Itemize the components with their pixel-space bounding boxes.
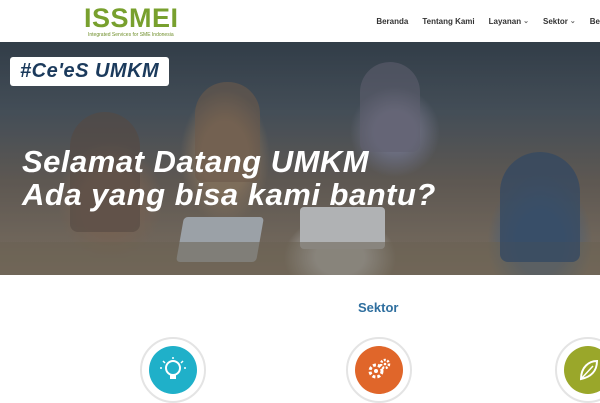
issmei-logo[interactable]: ISSMEI Integrated Services for SME Indon… (84, 3, 184, 41)
logo-wordmark: ISSMEI (84, 3, 179, 33)
leaf-icon (564, 346, 600, 394)
hero-hashtag-badge: #Ce'eS UMKM (10, 57, 170, 86)
nav-label: Sektor (542, 16, 568, 26)
hero-hashtag-text: #Ce'eS UMKM (20, 60, 160, 82)
chevron-down-icon: ⌄ (569, 18, 576, 25)
nav-item-truncated[interactable]: Be (590, 17, 600, 26)
sector-card-2[interactable] (346, 337, 412, 403)
hero-photo-person (360, 62, 420, 152)
nav-label: Tentang Kami (422, 16, 475, 26)
logo-tagline: Integrated Services for SME Indonesia (88, 32, 174, 38)
nav-label: Beranda (376, 16, 409, 26)
gears-icon-svg (368, 358, 391, 379)
sektor-heading: Sektor (358, 300, 399, 315)
nav-item-layanan[interactable]: Layanan ⌄ (489, 17, 529, 26)
hero-photo-projector (300, 207, 385, 249)
chevron-down-icon: ⌄ (523, 18, 529, 25)
nav-item-sektor[interactable]: Sektor ⌄ (543, 17, 576, 26)
nav-label: Be (589, 16, 600, 26)
hero-headline-line1: Selamat Datang UMKM (22, 144, 370, 179)
sector-card-1[interactable] (140, 337, 206, 403)
lightbulb-icon-svg (160, 357, 186, 379)
nav-label: Layanan (488, 16, 522, 26)
hero-headline-line2: Ada yang bisa kami bantu? (22, 177, 436, 212)
nav-item-tentang-kami[interactable]: Tentang Kami (422, 17, 474, 26)
lightbulb-icon (149, 346, 197, 394)
sector-card-3[interactable] (555, 337, 600, 403)
gears-icon (355, 346, 403, 394)
site-header: ISSMEI Integrated Services for SME Indon… (0, 0, 600, 42)
main-nav: Beranda Tentang Kami Layanan ⌄ Sektor ⌄ … (362, 0, 600, 42)
leaf-icon-svg (579, 359, 599, 381)
hero-photo-person (500, 152, 580, 262)
nav-item-beranda[interactable]: Beranda (376, 17, 408, 26)
hero-photo-laptop (176, 217, 264, 262)
hero-banner: #Ce'eS UMKM Selamat Datang UMKM Ada yang… (0, 42, 600, 275)
hero-photo-table (0, 242, 600, 275)
